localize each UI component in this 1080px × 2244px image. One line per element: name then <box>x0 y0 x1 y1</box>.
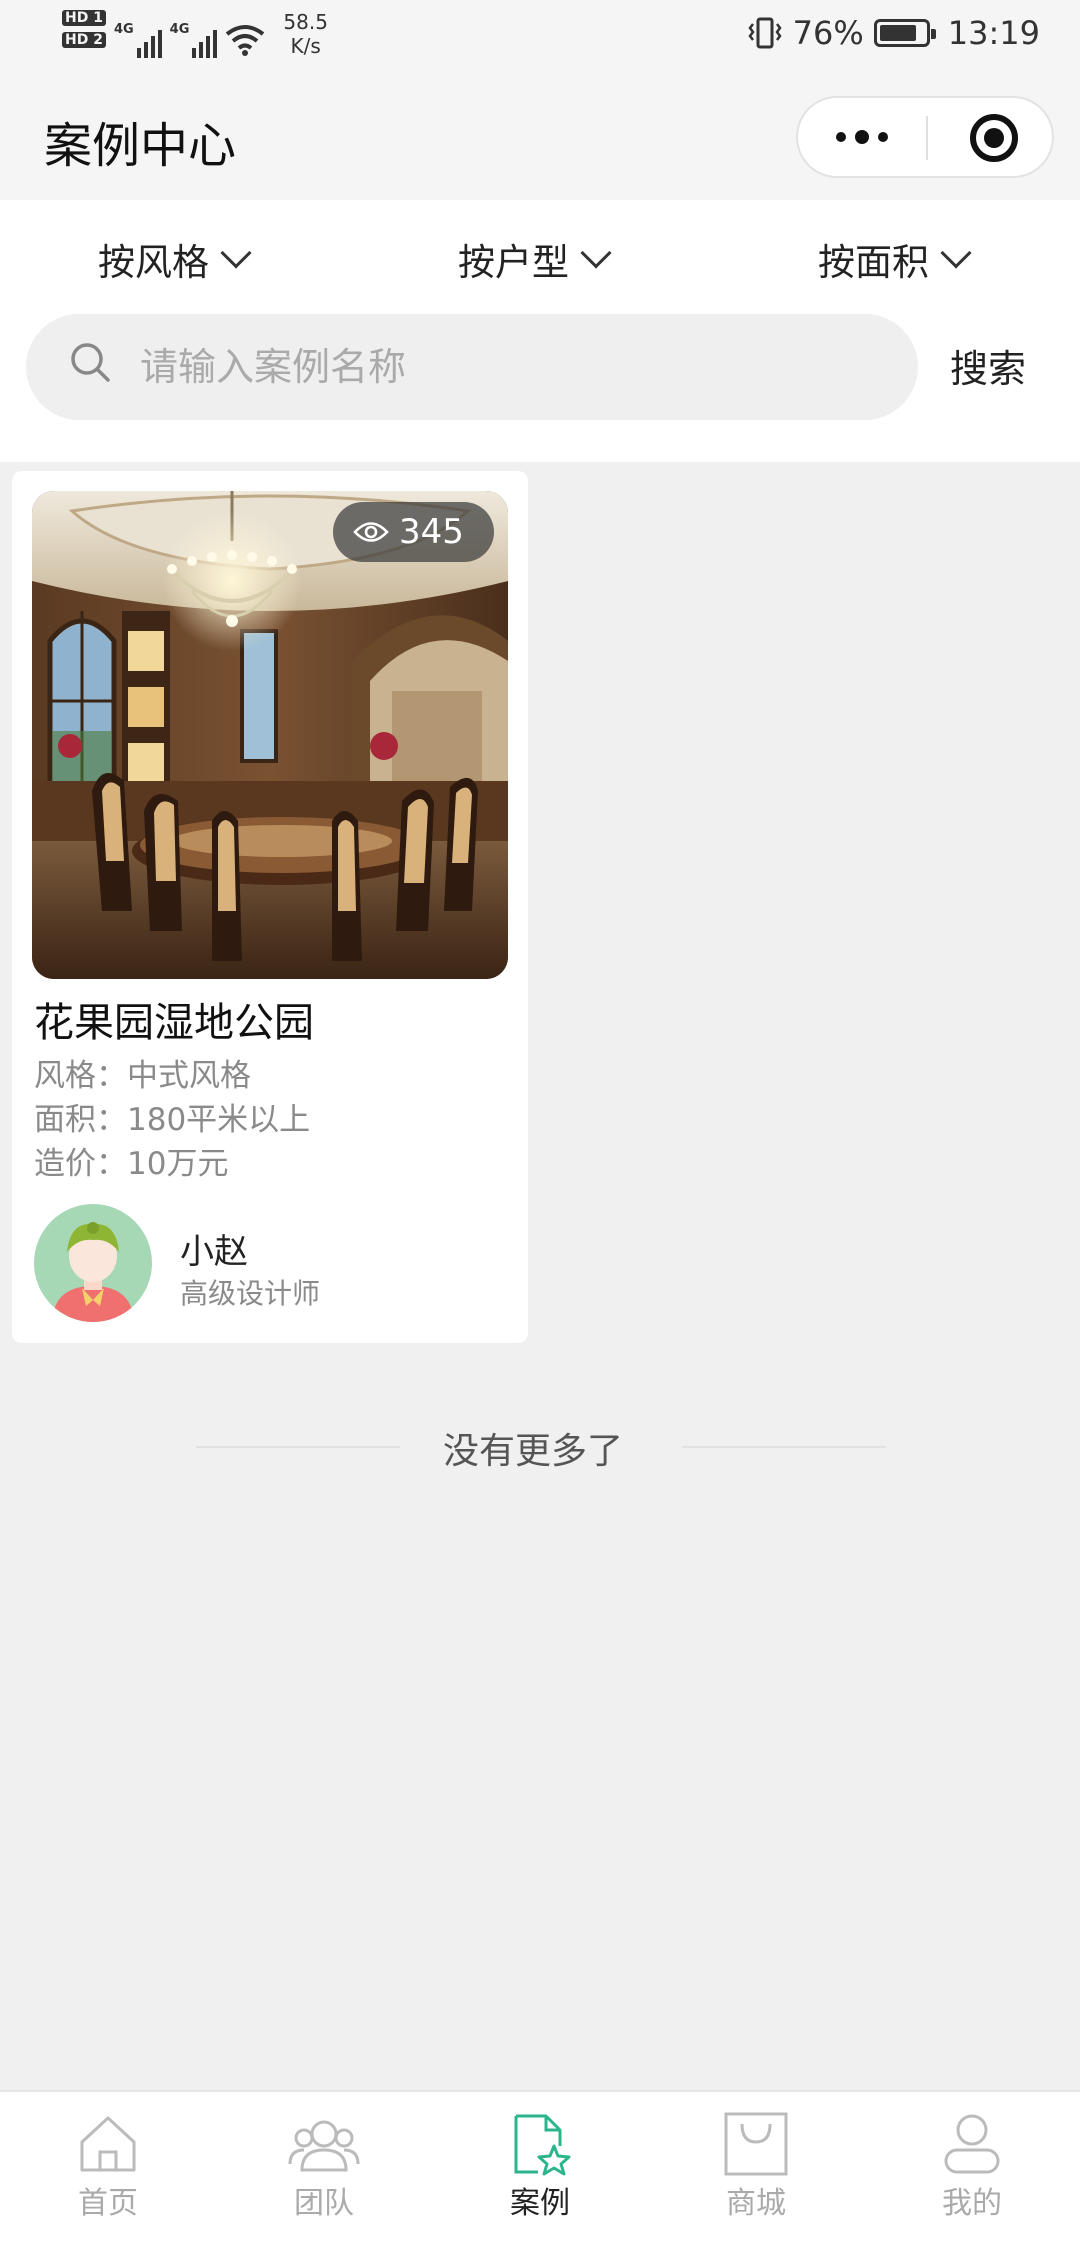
status-bar: HD 1 HD 2 4G 4G 58.5 K/s 76% 13:19 <box>0 0 1080 76</box>
search-icon <box>71 343 110 382</box>
chevron-down-icon <box>580 237 612 269</box>
signal-2-icon: 4G <box>170 18 218 58</box>
filter-area[interactable]: 按面积 <box>818 232 975 286</box>
signal-1-icon: 4G <box>114 18 162 58</box>
tab-profile[interactable]: 我的 <box>902 2092 1042 2244</box>
case-icon <box>514 2114 571 2176</box>
search-input[interactable] <box>140 314 880 420</box>
filter-style[interactable]: 按风格 <box>98 232 255 286</box>
case-area: 面积：180平米以上 <box>34 1102 311 1138</box>
shop-icon <box>724 2112 788 2176</box>
vibrate-icon <box>748 17 782 49</box>
case-title[interactable]: 花果园湿地公园 <box>34 990 314 1048</box>
mini-program-capsule <box>796 96 1054 178</box>
case-style: 风格：中式风格 <box>34 1058 251 1094</box>
tab-case-label: 案例 <box>510 2186 570 2221</box>
chevron-down-icon <box>220 237 252 269</box>
nav-bar: 案例中心 <box>0 76 1080 200</box>
filter-area-label: 按面积 <box>818 241 929 284</box>
battery-icon <box>873 19 936 47</box>
tab-team[interactable]: 团队 <box>254 2092 394 2244</box>
case-cover-image[interactable] <box>32 491 508 979</box>
tab-team-label: 团队 <box>294 2186 354 2221</box>
battery-percent: 76% <box>792 14 864 52</box>
chevron-down-icon <box>940 237 972 269</box>
filter-layout-label: 按户型 <box>458 241 569 284</box>
designer-avatar[interactable] <box>34 1204 152 1322</box>
capsule-divider <box>926 116 928 160</box>
search-button[interactable]: 搜索 <box>950 338 1026 393</box>
tab-home[interactable]: 首页 <box>38 2092 178 2244</box>
divider-right <box>682 1446 886 1448</box>
network-speed: 58.5 K/s <box>283 10 328 58</box>
profile-icon <box>944 2114 1000 2174</box>
view-count-badge: 345 <box>333 502 494 562</box>
tab-shop-label: 商城 <box>726 2186 786 2221</box>
search-box <box>26 314 918 420</box>
clock: 13:19 <box>947 14 1040 52</box>
tab-profile-label: 我的 <box>942 2186 1002 2221</box>
tab-case[interactable]: 案例 <box>470 2092 610 2244</box>
home-icon <box>80 2116 136 2172</box>
list-end-text: 没有更多了 <box>443 1431 624 1472</box>
filter-style-label: 按风格 <box>98 241 209 284</box>
filter-layout[interactable]: 按户型 <box>458 232 615 286</box>
designer-name: 小赵 <box>180 1232 248 1272</box>
sim1-hd-indicator: HD 1 <box>62 10 106 26</box>
page-title: 案例中心 <box>44 118 237 174</box>
designer-title: 高级设计师 <box>180 1277 321 1310</box>
close-target-button[interactable] <box>970 114 1018 162</box>
more-menu-button[interactable] <box>798 98 926 176</box>
divider-left <box>196 1446 400 1448</box>
tab-home-label: 首页 <box>78 2186 138 2221</box>
filter-search-panel: 按风格 按户型 按面积 搜索 <box>0 200 1080 462</box>
eye-icon <box>353 522 389 542</box>
view-count: 345 <box>399 512 464 552</box>
case-price: 造价：10万元 <box>34 1146 229 1182</box>
sim2-hd-indicator: HD 2 <box>62 32 106 48</box>
wifi-icon <box>226 25 265 56</box>
bottom-tab-bar: 首页 团队 案例 商城 我的 <box>0 2090 1080 2244</box>
team-icon <box>288 2120 360 2172</box>
tab-shop[interactable]: 商城 <box>686 2092 826 2244</box>
